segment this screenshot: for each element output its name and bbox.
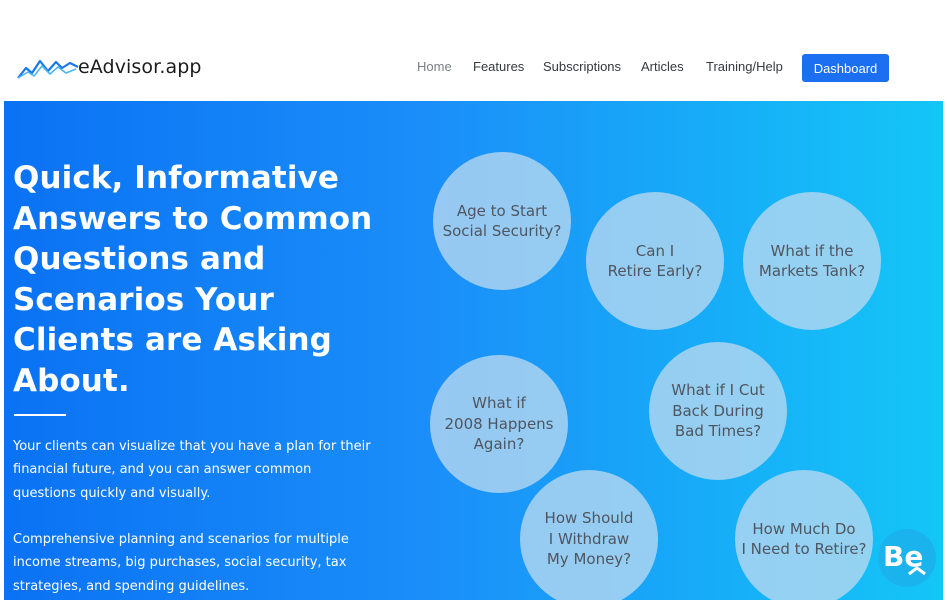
question-bubble-retire-early[interactable]: Can I Retire Early?	[586, 192, 724, 330]
behance-style-badge-icon: Be	[878, 529, 936, 587]
hero-features-description: Comprehensive planning and scenarios for…	[13, 532, 349, 594]
question-bubble-2008-again[interactable]: What if 2008 Happens Again?	[430, 355, 568, 493]
question-bubble-need-to-retire[interactable]: How Much Do I Need to Retire?	[735, 470, 873, 600]
question-bubble-cut-back[interactable]: What if I Cut Back During Bad Times?	[649, 342, 787, 480]
question-bubble-social-security[interactable]: Age to Start Social Security?	[433, 152, 571, 290]
nav-articles[interactable]: Articles	[641, 59, 684, 74]
question-bubble-markets-tank[interactable]: What if the Markets Tank?	[743, 192, 881, 330]
hero-title: Quick, Informative Answers to Common Que…	[13, 160, 373, 399]
hero-divider	[14, 414, 66, 416]
nav-subscriptions[interactable]: Subscriptions	[543, 59, 621, 74]
nav-features[interactable]: Features	[473, 59, 524, 74]
dashboard-button[interactable]: Dashboard	[802, 54, 889, 82]
hero-section: Quick, Informative Answers to Common Que…	[4, 101, 943, 600]
nav-home[interactable]: Home	[417, 59, 452, 74]
nav-training-help[interactable]: Training/Help	[706, 59, 783, 74]
hero-description: Your clients can visualize that you have…	[13, 439, 371, 501]
site-header: eAdvisor.app Home Features Subscriptions…	[0, 0, 947, 101]
question-bubble-withdraw-money[interactable]: How Should I Withdraw My Money?	[520, 470, 658, 600]
